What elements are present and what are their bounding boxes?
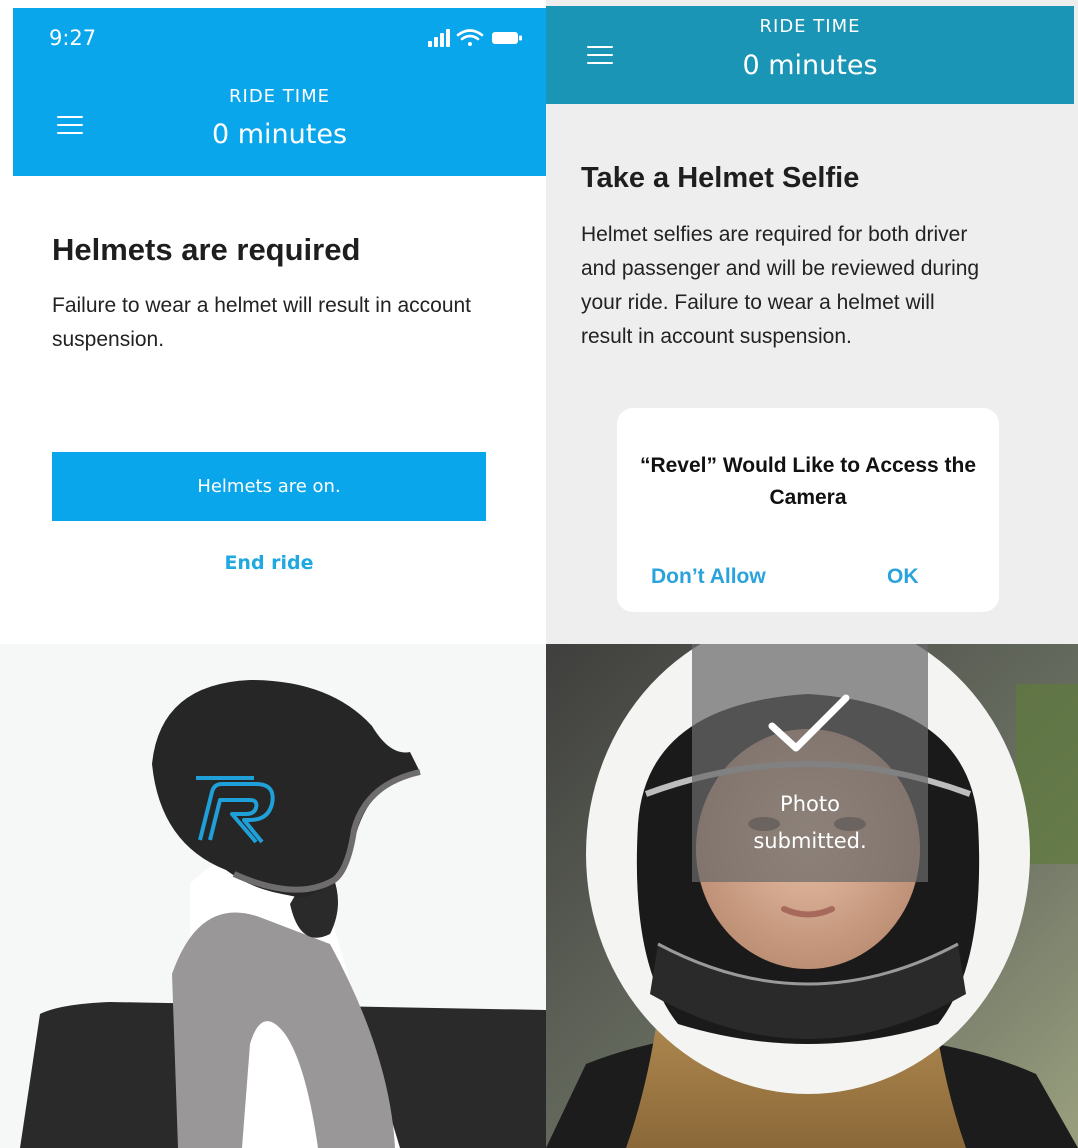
page-title: Helmets are required — [52, 232, 361, 267]
ride-time-label: RIDE TIME — [759, 16, 861, 37]
selfie-instructions-text: Helmet selfies are required for both dri… — [581, 223, 980, 348]
cellular-signal-icon — [428, 29, 450, 47]
end-ride-link[interactable]: End ride — [52, 552, 486, 574]
ride-time-label: RIDE TIME — [229, 86, 330, 107]
battery-icon — [492, 32, 522, 44]
ride-time-value: 0 minutes — [211, 119, 348, 150]
dont-allow-button[interactable]: Don’t Allow — [651, 565, 766, 589]
toast-line-2: submitted. — [753, 829, 867, 853]
helmets-on-button[interactable]: Helmets are on. — [52, 452, 486, 521]
warning-text: Failure to wear a helmet will result in … — [52, 294, 472, 351]
dialog-title: “Revel” Would Like to Access the Camera — [639, 454, 977, 509]
page-title: Take a Helmet Selfie — [581, 162, 860, 194]
helmet-required-screen: 9:27 RIDE TIME 0 minutes Helmets are req… — [0, 0, 546, 1148]
camera-permission-dialog: “Revel” Would Like to Access the Camera … — [617, 408, 999, 612]
toast-message: Photo submitted. — [692, 786, 928, 860]
toast-line-1: Photo — [780, 792, 840, 816]
ride-time-value: 0 minutes — [742, 50, 878, 81]
photo-submitted-toast: Photo submitted. — [692, 644, 928, 882]
ok-button[interactable]: OK — [887, 565, 919, 589]
checkmark-icon — [768, 694, 850, 752]
status-bar-icons — [424, 27, 524, 49]
helmet-selfie-photo: Photo submitted. — [546, 644, 1078, 1148]
helmet-rider-illustration — [0, 644, 546, 1148]
wifi-icon — [456, 29, 484, 46]
status-bar-time: 9:27 — [49, 26, 97, 50]
helmet-selfie-screen: RIDE TIME 0 minutes Take a Helmet Selfie… — [546, 0, 1078, 1148]
